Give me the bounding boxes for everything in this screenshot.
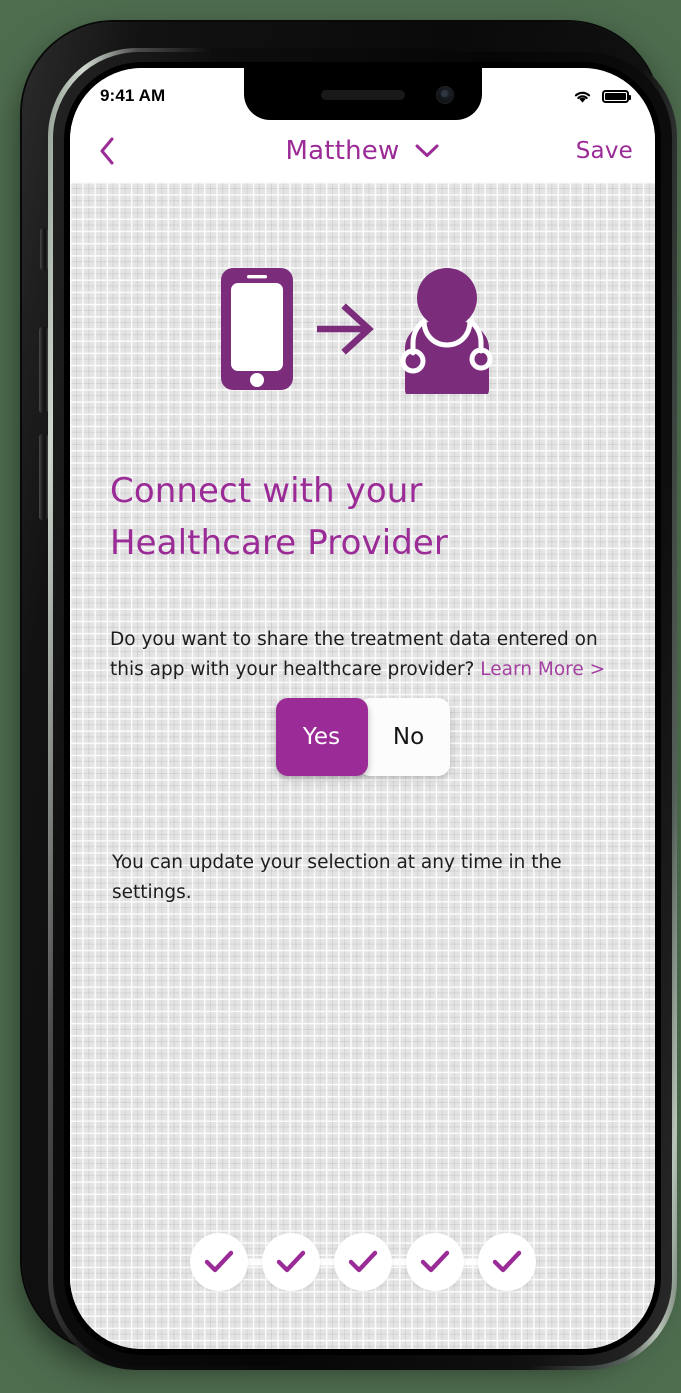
phone-screen: 9:41 AM Matthew Save Connect with your H…: [70, 68, 655, 1349]
profile-selector[interactable]: Matthew: [286, 136, 440, 166]
volume-down-button[interactable]: [39, 434, 48, 520]
connect-illustration: [220, 268, 492, 394]
silence-switch-button[interactable]: [40, 228, 48, 270]
question-text-block: Do you want to share the treatment data …: [110, 625, 631, 685]
doctor-with-stethoscope-icon: [400, 268, 492, 394]
check-icon: [492, 1250, 521, 1273]
hero-illustration: [70, 264, 655, 394]
segmented-control-group: Yes No: [275, 698, 450, 776]
battery-fill: [605, 92, 626, 100]
screen-content: Connect with your Healthcare Provider Do…: [70, 182, 655, 1349]
check-icon: [276, 1250, 305, 1273]
option-yes-button[interactable]: Yes: [275, 698, 368, 776]
arrow-right-icon: [316, 303, 374, 355]
battery-full-icon: [602, 89, 631, 103]
stepper-step-2[interactable]: [261, 1233, 320, 1291]
progress-stepper: [70, 1233, 655, 1291]
earpiece-speaker-icon: [320, 90, 405, 100]
phone-mockup: 9:41 AM Matthew Save Connect with your H…: [22, 22, 677, 1370]
status-bar-indicators: [572, 89, 631, 104]
footnote-text: You can update your selection at any tim…: [112, 852, 562, 903]
mobile-phone-icon: [220, 268, 293, 390]
front-camera-icon: [435, 86, 454, 104]
page-title: Matthew: [285, 136, 400, 166]
headline-line-2: Healthcare Provider: [110, 522, 449, 563]
back-button[interactable]: [92, 136, 122, 166]
headline-line-1: Connect with your: [110, 471, 423, 511]
stepper-step-4[interactable]: [405, 1233, 464, 1291]
stepper-step-1[interactable]: [189, 1233, 248, 1291]
option-no-button[interactable]: No: [357, 698, 450, 776]
device-notch: [243, 68, 482, 120]
volume-up-button[interactable]: [39, 327, 48, 413]
stepper-step-3[interactable]: [333, 1233, 392, 1291]
navigation-bar: Matthew Save: [70, 120, 655, 182]
check-icon: [348, 1250, 377, 1273]
share-choice-control: Yes No: [70, 698, 655, 776]
learn-more-link[interactable]: Learn More >: [480, 659, 605, 680]
chevron-left-icon: [100, 137, 114, 165]
check-icon: [204, 1250, 233, 1273]
wifi-icon: [574, 91, 591, 103]
status-bar-time: 9:41 AM: [100, 86, 166, 105]
headline: Connect with your Healthcare Provider: [110, 466, 629, 569]
save-button[interactable]: Save: [576, 138, 633, 164]
stepper-step-5[interactable]: [477, 1233, 536, 1291]
chevron-down-icon: [415, 144, 439, 157]
check-icon: [420, 1250, 449, 1273]
stepper-track: [183, 1233, 543, 1291]
